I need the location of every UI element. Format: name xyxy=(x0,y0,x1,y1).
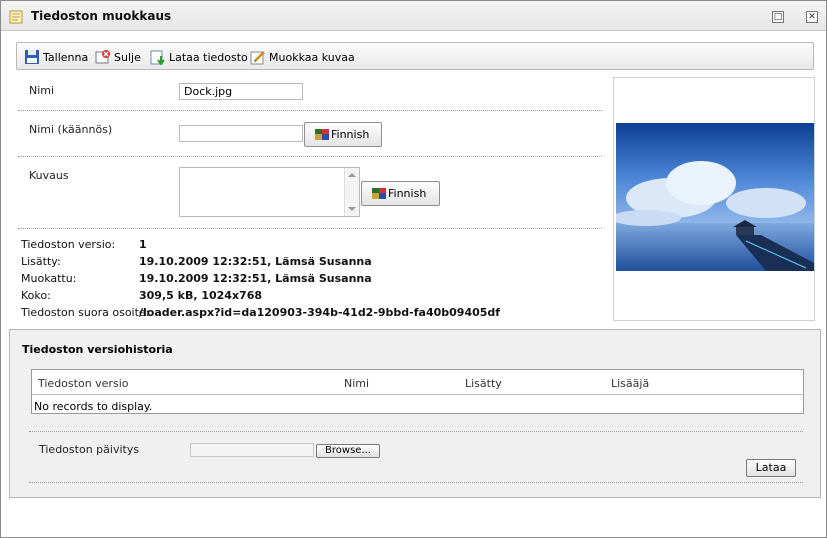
added-value: 19.10.2009 12:32:51, Lämsä Susanna xyxy=(139,255,372,268)
version-history-title: Tiedoston versiohistoria xyxy=(22,343,173,356)
version-value: 1 xyxy=(139,238,147,251)
image-preview xyxy=(613,77,815,321)
save-button[interactable]: Tallenna xyxy=(24,48,88,66)
upload-file-button[interactable]: Lataa tiedosto xyxy=(150,48,248,66)
description-textarea[interactable] xyxy=(179,167,360,217)
file-update-label: Tiedoston päivitys xyxy=(39,443,140,456)
divider xyxy=(18,228,602,229)
name-input[interactable]: Dock.jpg xyxy=(179,83,303,100)
close-doc-icon xyxy=(95,50,110,64)
maximize-button[interactable]: □ xyxy=(772,11,784,23)
modified-label: Muokattu: xyxy=(21,272,77,285)
browse-button[interactable]: Browse... xyxy=(316,444,380,458)
description-label: Kuvaus xyxy=(29,169,69,182)
added-label: Lisätty: xyxy=(21,255,61,268)
window-title: Tiedoston muokkaus xyxy=(31,9,172,23)
save-label: Tallenna xyxy=(43,50,89,64)
name-translation-label: Nimi (käännös) xyxy=(29,123,113,136)
name-label: Nimi xyxy=(29,84,55,97)
divider xyxy=(29,431,803,432)
column-header-name[interactable]: Nimi xyxy=(344,377,369,390)
version-history-grid: Tiedoston versio Nimi Lisätty Lisääjä No… xyxy=(31,369,804,414)
close-window-button[interactable]: ✕ xyxy=(806,11,818,23)
divider xyxy=(18,110,602,111)
close-label: Sulje xyxy=(114,50,141,64)
version-label: Tiedoston versio: xyxy=(21,238,116,251)
upload-label: Lataa tiedosto xyxy=(169,50,248,64)
modified-value: 19.10.2009 12:32:51, Lämsä Susanna xyxy=(139,272,372,285)
column-header-version[interactable]: Tiedoston versio xyxy=(38,377,128,390)
name-language-label: Finnish xyxy=(331,128,370,141)
close-button[interactable]: Sulje xyxy=(95,48,141,66)
textarea-scrollbar[interactable] xyxy=(344,168,359,216)
floppy-icon xyxy=(25,50,39,64)
upload-icon xyxy=(150,50,165,65)
dialog-window: Tiedoston muokkaus □ ✕ Tallenna Sulje La… xyxy=(0,0,827,538)
size-label: Koko: xyxy=(21,289,51,302)
name-translation-input[interactable] xyxy=(179,125,303,142)
edit-image-label: Muokkaa kuvaa xyxy=(269,50,355,64)
direct-url-label: Tiedoston suora osoite: xyxy=(21,306,150,319)
size-value: 309,5 kB, 1024x768 xyxy=(139,289,263,302)
preview-image xyxy=(616,123,814,271)
file-path-input[interactable] xyxy=(190,443,314,457)
name-language-button[interactable]: Finnish xyxy=(304,122,382,147)
scroll-up-icon[interactable] xyxy=(348,173,356,177)
description-language-label: Finnish xyxy=(388,187,427,200)
title-bar[interactable]: Tiedoston muokkaus □ ✕ xyxy=(1,1,826,31)
flag-icon xyxy=(372,188,386,199)
divider xyxy=(29,482,803,483)
flag-icon xyxy=(315,129,329,140)
description-language-button[interactable]: Finnish xyxy=(361,181,440,206)
upload-button[interactable]: Lataa xyxy=(746,459,796,477)
document-icon xyxy=(9,10,23,24)
scroll-down-icon[interactable] xyxy=(348,207,356,211)
column-header-added[interactable]: Lisätty xyxy=(465,377,502,390)
empty-grid-text: No records to display. xyxy=(34,400,153,413)
edit-image-icon xyxy=(250,51,265,65)
grid-header: Tiedoston versio Nimi Lisätty Lisääjä xyxy=(32,370,803,395)
edit-image-button[interactable]: Muokkaa kuvaa xyxy=(250,48,355,66)
divider xyxy=(18,156,602,157)
direct-url-value[interactable]: /loader.aspx?id=da120903-394b-41d2-9bbd-… xyxy=(139,306,500,319)
toolbar: Tallenna Sulje Lataa tiedosto Muokkaa ku… xyxy=(16,42,814,70)
column-header-added-by[interactable]: Lisääjä xyxy=(611,377,649,390)
